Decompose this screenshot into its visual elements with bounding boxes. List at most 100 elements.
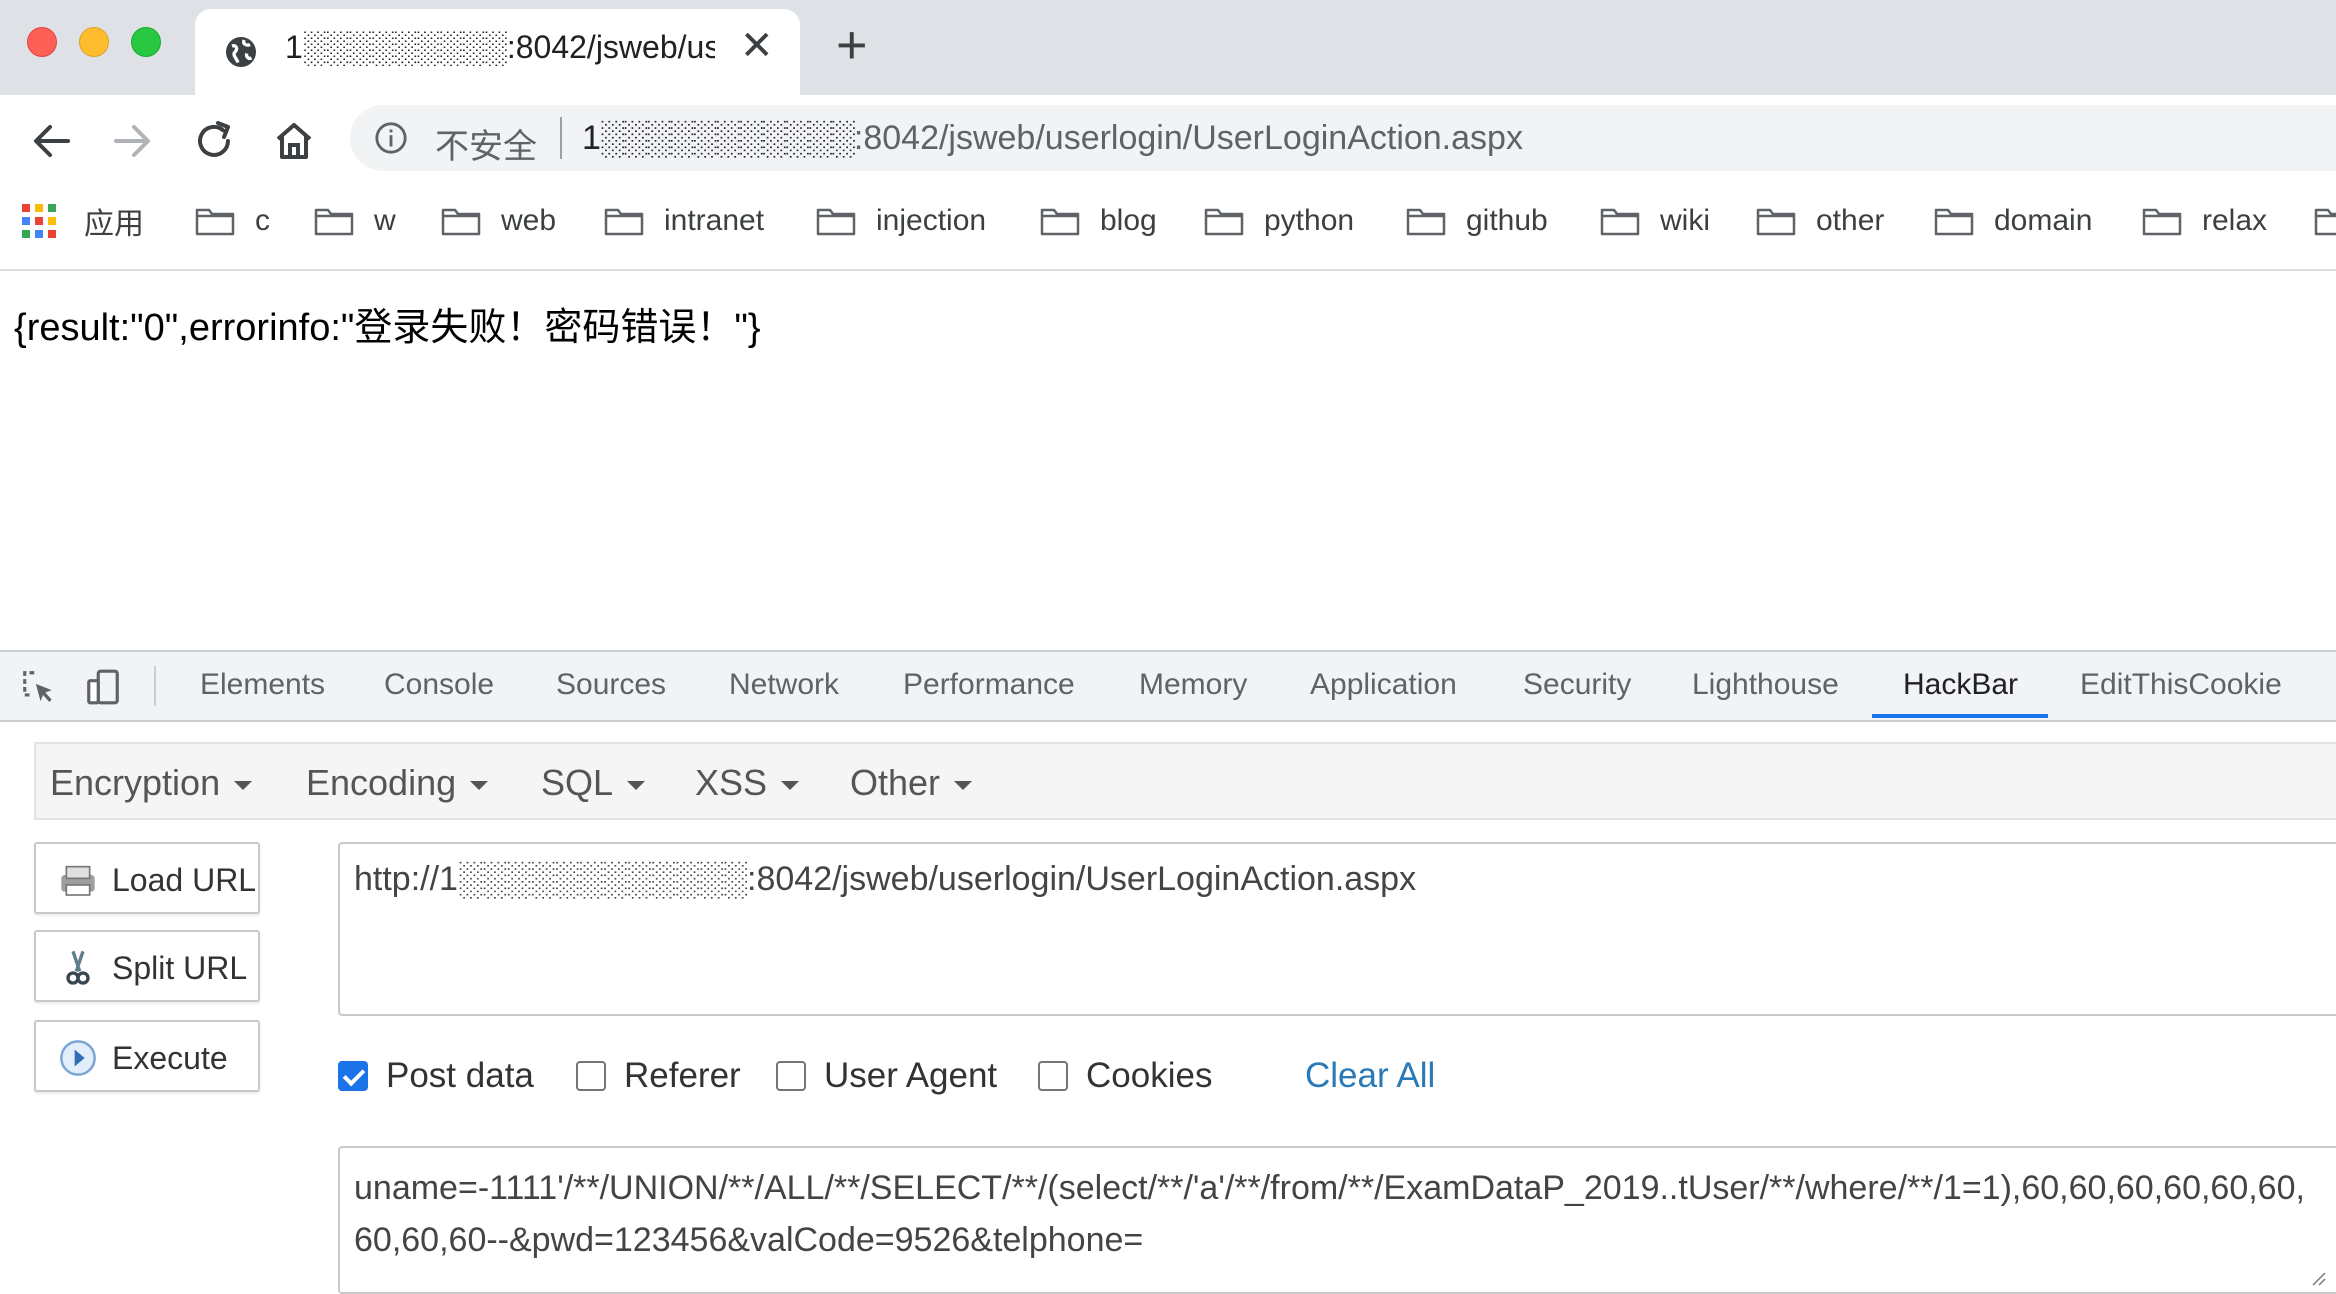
bookmark-folder-overflow[interactable] — [2314, 199, 2336, 243]
user-agent-checkbox[interactable] — [776, 1061, 806, 1091]
cookies-option[interactable]: Cookies — [1038, 1056, 1212, 1096]
bookmark-folder-wiki[interactable]: wiki — [1600, 199, 1710, 243]
scissors-icon — [66, 950, 90, 985]
devtools-tab-performance[interactable]: Performance — [903, 668, 1075, 702]
window-maximize-button[interactable] — [131, 27, 161, 57]
address-url[interactable]: 1░░░░░░░░░░░:8042/jsweb/userlogin/UserLo… — [582, 119, 1523, 158]
post-data-checkbox[interactable] — [338, 1061, 368, 1091]
bookmark-label: c — [255, 204, 270, 237]
post-data-option[interactable]: Post data — [338, 1056, 534, 1096]
back-arrow-icon[interactable] — [28, 117, 76, 165]
folder-icon — [1204, 208, 1244, 236]
user-agent-option[interactable]: User Agent — [776, 1056, 997, 1096]
devtools-tab-bar: Elements Console Sources Network Perform… — [0, 652, 2336, 722]
devtools-panel: Elements Console Sources Network Perform… — [0, 650, 2336, 1294]
devtools-tab-console[interactable]: Console — [384, 668, 494, 702]
not-secure-label[interactable]: 不安全 — [435, 119, 537, 168]
bookmark-label: relax — [2202, 204, 2268, 237]
bookmark-label: other — [1816, 204, 1885, 237]
bookmark-folder-w[interactable]: w — [314, 199, 396, 243]
bookmark-label: injection — [876, 204, 987, 237]
hackbar-url-textarea[interactable]: http://1░░░░░░░░░░░░:8042/jsweb/userlogi… — [338, 842, 2336, 1016]
execute-button[interactable]: Execute — [34, 1020, 260, 1092]
load-url-label: Load URL — [112, 862, 257, 898]
bookmark-label: blog — [1100, 204, 1157, 237]
bookmark-folder-injection[interactable]: injection — [816, 199, 986, 243]
folder-icon — [1406, 208, 1446, 236]
devtools-tab-application[interactable]: Application — [1310, 668, 1457, 702]
device-toolbar-icon[interactable] — [84, 668, 122, 706]
new-tab-button[interactable]: + — [836, 18, 868, 72]
folder-icon — [816, 208, 856, 236]
caret-down-icon — [470, 780, 489, 790]
folder-icon — [1040, 208, 1080, 236]
bookmarks-bar: 应用 c w web intranet injection blog pytho… — [0, 185, 2336, 271]
folder-icon — [314, 208, 354, 236]
devtools-tab-sources[interactable]: Sources — [556, 668, 666, 702]
devtools-tab-network[interactable]: Network — [729, 668, 839, 702]
address-url-path: :8042/jsweb/userlogin/UserLoginAction.as… — [853, 119, 1523, 157]
browser-tab-active[interactable]: 1░░░░░░░░░:8042/jsweb/us ✕ — [195, 9, 800, 95]
load-url-button[interactable]: Load URL — [34, 842, 260, 914]
cookies-checkbox[interactable] — [1038, 1061, 1068, 1091]
split-url-button[interactable]: Split URL — [34, 930, 260, 1002]
bookmark-apps[interactable]: 应用 — [22, 199, 144, 243]
user-agent-label: User Agent — [824, 1056, 998, 1095]
devtools-tab-memory[interactable]: Memory — [1139, 668, 1247, 702]
bookmark-folder-web[interactable]: web — [441, 199, 556, 243]
bookmark-label: intranet — [664, 204, 765, 237]
folder-icon — [195, 208, 235, 236]
reload-icon[interactable] — [190, 117, 238, 165]
devtools-tab-elements[interactable]: Elements — [200, 668, 325, 702]
folder-icon — [1600, 208, 1640, 236]
bookmark-folder-python[interactable]: python — [1204, 199, 1354, 243]
hackbar-menu-xss[interactable]: XSS — [695, 762, 800, 804]
clear-all-link[interactable]: Clear All — [1305, 1056, 1435, 1096]
address-bar[interactable]: 不安全 1░░░░░░░░░░░:8042/jsweb/userlogin/Us… — [350, 105, 2336, 171]
hackbar-menu-label: Encoding — [306, 762, 457, 803]
execute-label: Execute — [112, 1040, 228, 1076]
bookmark-folder-intranet[interactable]: intranet — [604, 199, 764, 243]
hackbar-menu-other[interactable]: Other — [850, 762, 973, 804]
hackbar-menu-encoding[interactable]: Encoding — [306, 762, 489, 804]
home-icon[interactable] — [270, 117, 318, 165]
inspect-element-icon[interactable] — [20, 668, 58, 706]
active-tab-indicator — [1872, 714, 2048, 718]
hackbar-menu-bar: Encryption Encoding SQL XSS Other — [34, 742, 2336, 820]
post-data-label: Post data — [386, 1056, 534, 1095]
bookmark-label: domain — [1994, 204, 2093, 237]
url-value-suffix: :8042/jsweb/userlogin/UserLoginAction.as… — [747, 860, 1417, 898]
hackbar-menu-label: XSS — [695, 762, 768, 803]
window-close-button[interactable] — [27, 27, 57, 57]
info-icon[interactable] — [374, 121, 408, 155]
referer-option[interactable]: Referer — [576, 1056, 741, 1096]
devtools-tab-editthiscookie[interactable]: EditThisCookie — [2080, 668, 2282, 702]
tab-close-icon[interactable]: ✕ — [740, 23, 774, 69]
hackbar-menu-encryption[interactable]: Encryption — [50, 762, 253, 804]
bookmark-folder-github[interactable]: github — [1406, 199, 1548, 243]
devtools-tab-hackbar[interactable]: HackBar — [1903, 668, 2018, 702]
bookmark-folder-other[interactable]: other — [1756, 199, 1884, 243]
apps-grid-icon — [22, 204, 56, 238]
folder-icon — [1756, 208, 1796, 236]
post-data-value: uname=-1111'/**/UNION/**/ALL/**/SELECT/*… — [354, 1169, 2305, 1259]
devtools-tab-security[interactable]: Security — [1523, 668, 1631, 702]
hackbar-url-value: http://1░░░░░░░░░░░░:8042/jsweb/userlogi… — [354, 860, 1416, 899]
window-minimize-button[interactable] — [79, 27, 109, 57]
bookmark-folder-blog[interactable]: blog — [1040, 199, 1157, 243]
hackbar-menu-sql[interactable]: SQL — [541, 762, 646, 804]
resize-handle-icon[interactable] — [2308, 1268, 2326, 1286]
browser-tab-strip: 1░░░░░░░░░:8042/jsweb/us ✕ + — [0, 0, 2336, 95]
devtools-tab-lighthouse[interactable]: Lighthouse — [1692, 668, 1839, 702]
bookmark-folder-relax[interactable]: relax — [2142, 199, 2267, 243]
referer-checkbox[interactable] — [576, 1061, 606, 1091]
caret-down-icon — [234, 780, 253, 790]
bookmark-folder-c[interactable]: c — [195, 199, 270, 243]
caret-down-icon — [781, 780, 800, 790]
globe-icon — [226, 37, 256, 67]
forward-arrow-icon[interactable] — [108, 117, 156, 165]
folder-icon — [604, 208, 644, 236]
hackbar-post-data-textarea[interactable]: uname=-1111'/**/UNION/**/ALL/**/SELECT/*… — [338, 1146, 2336, 1294]
play-circle-icon — [60, 1040, 96, 1076]
bookmark-folder-domain[interactable]: domain — [1934, 199, 2092, 243]
